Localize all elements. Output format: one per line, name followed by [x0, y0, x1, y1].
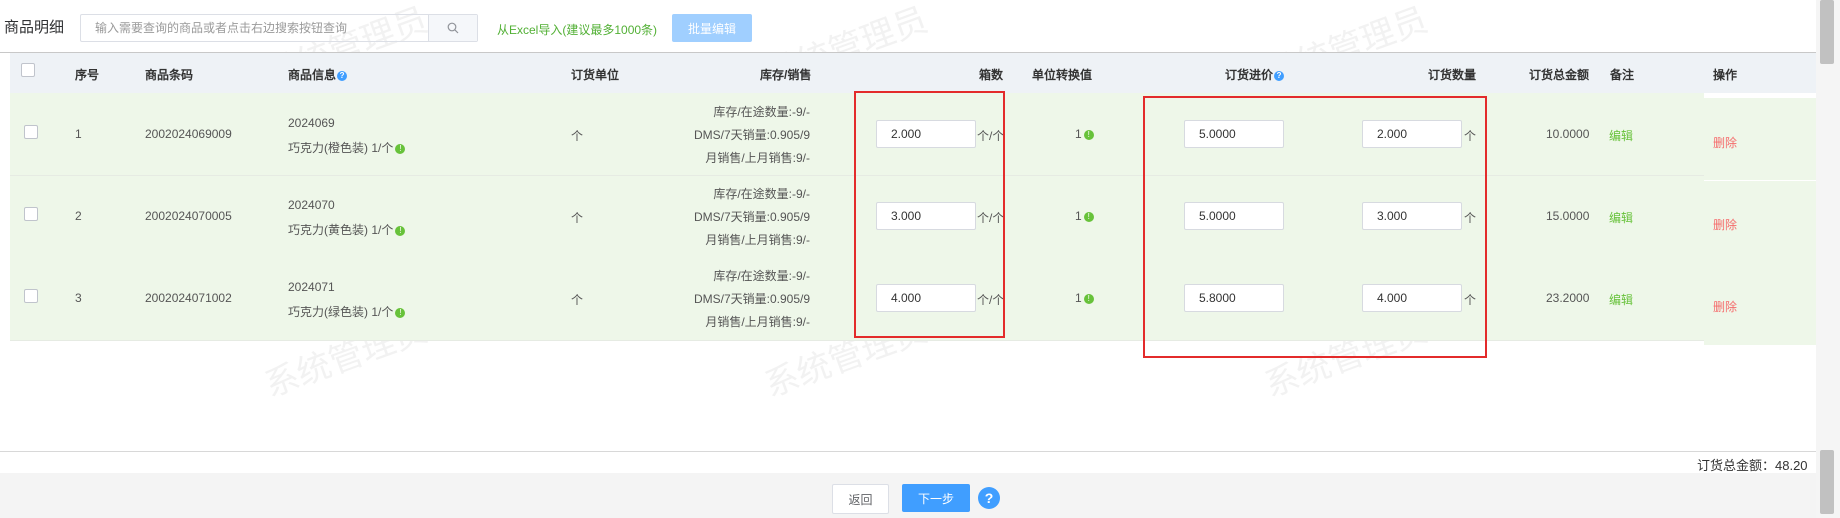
help-icon[interactable]: ? [337, 70, 348, 81]
stock-line: 月销售/上月销售:9/- [705, 315, 810, 329]
column-header-seq: 序号 [75, 68, 100, 82]
next-button[interactable]: 下一步 [902, 484, 970, 512]
batch-edit-button[interactable]: 批量编辑 [672, 14, 752, 42]
edit-link[interactable]: 编辑 [1609, 291, 1633, 308]
scrollbar[interactable] [1816, 0, 1840, 518]
info-icon[interactable]: ! [1083, 211, 1094, 222]
stock-line: DMS/7天销量:0.905/9 [693, 128, 810, 142]
row-total: 10.0000 [1546, 127, 1590, 141]
highlight-box-price-qty [1143, 96, 1487, 358]
column-header-total: 订货总金额 [1529, 68, 1590, 82]
info-icon[interactable]: ! [395, 225, 406, 236]
search-icon [447, 22, 459, 34]
column-header-unit: 订货单位 [571, 68, 620, 82]
conversion-text: 1 [1075, 209, 1082, 223]
stock-line: 月销售/上月销售:9/- [705, 233, 810, 247]
stock-line: 库存/在途数量:-9/- [713, 269, 810, 283]
search-button[interactable] [428, 15, 477, 41]
page-title: 商品明细 [4, 19, 65, 36]
column-header-info-label: 商品信息 [288, 68, 337, 82]
row-name: 巧克力(绿色装) 1/个! [288, 303, 406, 320]
scrollbar-thumb[interactable] [1820, 0, 1834, 64]
conversion-value: 1! [1075, 291, 1094, 305]
back-button[interactable]: 返回 [832, 484, 889, 514]
row-seq: 3 [75, 291, 82, 305]
conversion-text: 1 [1075, 127, 1082, 141]
column-header-qty: 订货数量 [1428, 68, 1477, 82]
row-code: 2024071 [288, 280, 335, 294]
edit-link[interactable]: 编辑 [1609, 209, 1633, 226]
row-name-text: 巧克力(橙色装) 1/个 [288, 141, 394, 155]
column-header-action: 操作 [1713, 68, 1738, 82]
conversion-value: 1! [1075, 127, 1094, 141]
column-header-barcode: 商品条码 [145, 68, 194, 82]
divider [0, 451, 1816, 452]
help-icon[interactable]: ? [978, 487, 1000, 509]
delete-link[interactable]: 删除 [1713, 134, 1737, 151]
row-seq: 1 [75, 127, 82, 141]
column-header-stock: 库存/销售 [760, 68, 812, 82]
column-header-info: 商品信息? [288, 66, 348, 83]
excel-import-link[interactable]: 从Excel导入(建议最多1000条) [497, 21, 657, 38]
column-header-remark: 备注 [1610, 68, 1635, 82]
row-checkbox[interactable] [24, 289, 38, 303]
column-header-price-label: 订货进价 [1225, 68, 1274, 82]
row-barcode: 2002024070005 [145, 209, 232, 223]
help-icon[interactable]: ? [1274, 70, 1285, 81]
row-name-text: 巧克力(黄色装) 1/个 [288, 223, 394, 237]
row-checkbox[interactable] [24, 125, 38, 139]
row-name: 巧克力(黄色装) 1/个! [288, 221, 406, 238]
highlight-box-boxes [854, 91, 1005, 338]
stock-line: 库存/在途数量:-9/- [713, 105, 810, 119]
row-total: 23.2000 [1546, 291, 1590, 305]
stock-line: DMS/7天销量:0.905/9 [693, 292, 810, 306]
conversion-value: 1! [1075, 209, 1094, 223]
row-total: 15.0000 [1546, 209, 1590, 223]
row-unit: 个 [571, 293, 584, 307]
column-header-boxes: 箱数 [979, 68, 1004, 82]
delete-link[interactable]: 删除 [1713, 216, 1737, 233]
stock-line: DMS/7天销量:0.905/9 [693, 210, 810, 224]
row-barcode: 2002024071002 [145, 291, 232, 305]
search-box [80, 14, 478, 42]
scrollbar-thumb[interactable] [1820, 450, 1834, 514]
column-header-conversion: 单位转换值 [1032, 68, 1093, 82]
column-header-price: 订货进价? [1225, 66, 1285, 83]
row-name-text: 巧克力(绿色装) 1/个 [288, 305, 394, 319]
info-icon[interactable]: ! [395, 143, 406, 154]
row-checkbox[interactable] [24, 207, 38, 221]
info-icon[interactable]: ! [1083, 129, 1094, 140]
edit-link[interactable]: 编辑 [1609, 127, 1633, 144]
row-name: 巧克力(橙色装) 1/个! [288, 139, 406, 156]
row-seq: 2 [75, 209, 82, 223]
stock-line: 库存/在途数量:-9/- [713, 187, 810, 201]
select-all-checkbox[interactable] [21, 63, 35, 77]
order-total: 订货总金额：48.20 [1697, 458, 1808, 473]
row-unit: 个 [571, 211, 584, 225]
delete-link[interactable]: 删除 [1713, 298, 1737, 315]
info-icon[interactable]: ! [1083, 293, 1094, 304]
info-icon[interactable]: ! [395, 307, 406, 318]
row-code: 2024069 [288, 116, 335, 130]
stock-line: 月销售/上月销售:9/- [705, 151, 810, 165]
row-barcode: 2002024069009 [145, 127, 232, 141]
row-unit: 个 [571, 129, 584, 143]
search-input[interactable] [81, 15, 461, 41]
conversion-text: 1 [1075, 291, 1082, 305]
row-code: 2024070 [288, 198, 335, 212]
